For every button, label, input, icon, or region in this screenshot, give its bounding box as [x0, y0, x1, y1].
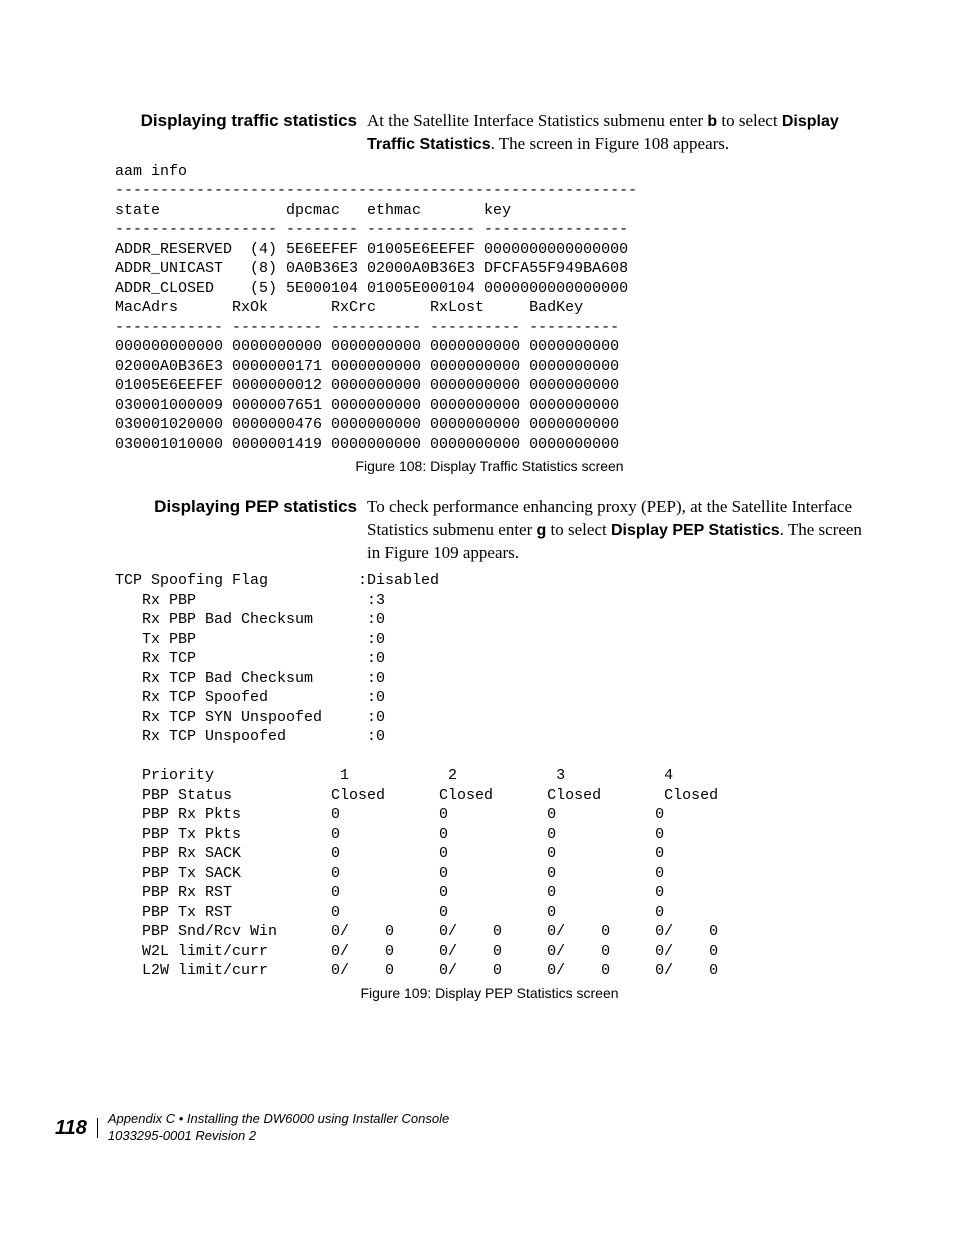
pep-para2: to select: [546, 520, 611, 539]
pep-key-g: g: [537, 522, 547, 539]
page-content: Displaying traffic statistics At the Sat…: [0, 0, 954, 1235]
heading-pep-body: To check performance enhancing proxy (PE…: [357, 496, 864, 565]
figure-108-caption: Figure 108: Display Traffic Statistics s…: [115, 458, 864, 474]
figure-109-terminal: TCP Spoofing Flag :Disabled Rx PBP :3 Rx…: [115, 571, 864, 981]
figure-109-caption: Figure 109: Display PEP Statistics scree…: [115, 985, 864, 1001]
traffic-para1: At the Satellite Interface Statistics su…: [367, 111, 707, 130]
heading-traffic: Displaying traffic statistics: [115, 110, 357, 133]
traffic-para3: . The screen in Figure 108 appears.: [491, 134, 730, 153]
footer-line1: Appendix C • Installing the DW6000 using…: [108, 1111, 449, 1128]
footer-line2: 1033295-0001 Revision 2: [108, 1128, 449, 1145]
heading-pep: Displaying PEP statistics: [115, 496, 357, 519]
page-number: 118: [55, 1118, 98, 1138]
section-pep-heading: Displaying PEP statistics To check perfo…: [115, 496, 864, 565]
traffic-key-b: b: [707, 113, 717, 130]
pep-bold2: Display PEP Statistics: [611, 522, 780, 539]
figure-108-terminal: aam info -------------------------------…: [115, 162, 864, 455]
section-traffic-heading: Displaying traffic statistics At the Sat…: [115, 110, 864, 156]
heading-traffic-body: At the Satellite Interface Statistics su…: [357, 110, 864, 156]
traffic-para2: to select: [717, 111, 782, 130]
footer-text: Appendix C • Installing the DW6000 using…: [98, 1111, 449, 1145]
page-footer: 118 Appendix C • Installing the DW6000 u…: [55, 1111, 449, 1145]
